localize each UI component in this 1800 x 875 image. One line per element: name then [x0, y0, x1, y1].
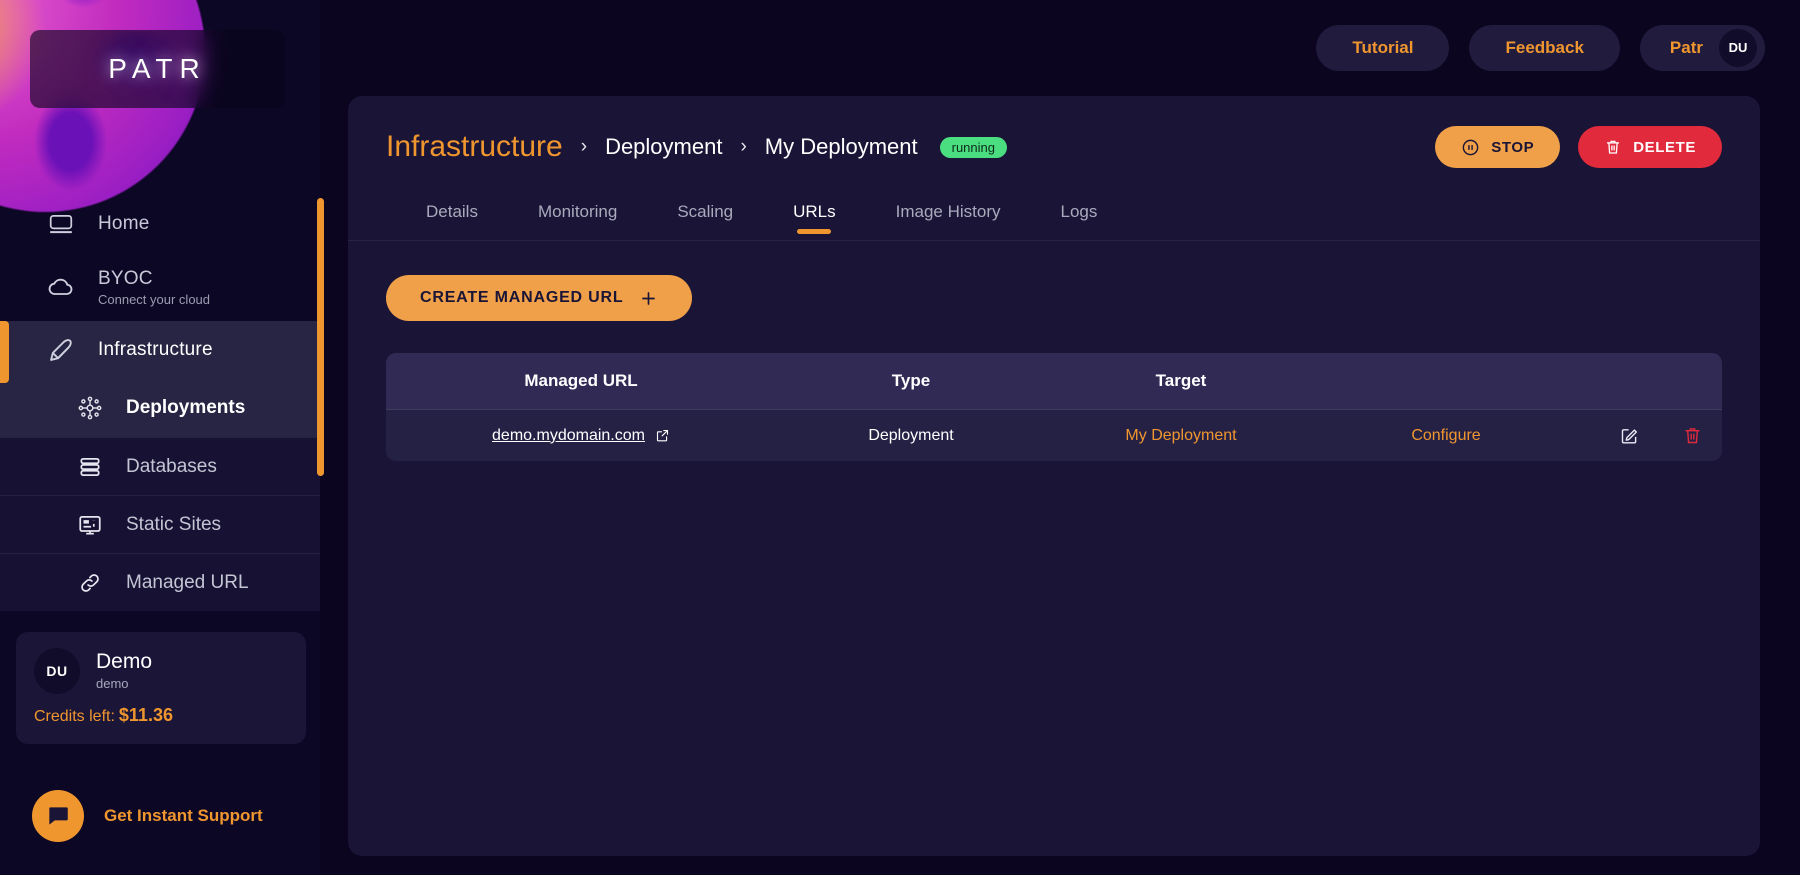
sidebar-item-static-sites[interactable]: Static Sites [0, 495, 320, 553]
workspace-name: Patr [1669, 37, 1703, 57]
sidebar-item-infrastructure[interactable]: Infrastructure [0, 321, 320, 379]
managed-urls-table: Managed URL Type Target demo.mydomain.co… [386, 353, 1722, 461]
breadcrumb-root[interactable]: Infrastructure [386, 130, 563, 164]
credits-label: Credits left: [34, 708, 115, 725]
cloud-icon [46, 272, 76, 302]
tab-monitoring[interactable]: Monitoring [508, 192, 647, 240]
avatar: DU [34, 648, 80, 694]
tab-logs[interactable]: Logs [1031, 192, 1128, 240]
sidebar-scrollbar[interactable] [317, 198, 324, 476]
panel-actions: STOP DELETE [1435, 126, 1722, 168]
col-managed-url: Managed URL [524, 371, 638, 390]
logo[interactable]: PATR [30, 30, 285, 108]
breadcrumb-row: Infrastructure › Deployment › My Deploym… [386, 126, 1722, 168]
create-managed-url-label: CREATE MANAGED URL [420, 289, 624, 306]
edit-icon[interactable] [1619, 425, 1640, 446]
sidebar-item-label: BYOC [98, 267, 153, 289]
chat-icon[interactable] [32, 790, 84, 842]
col-target: Target [1155, 371, 1207, 390]
breadcrumb-current: My Deployment [764, 134, 918, 159]
workspace-profile-card[interactable]: DU Demo demo Credits left: $11.36 [16, 632, 306, 744]
sidebar-item-byoc[interactable]: BYOC Connect your cloud [0, 253, 320, 321]
deployments-icon [76, 394, 104, 422]
table-header-row: Managed URL Type Target [386, 353, 1722, 409]
sidebar-subitem-label: Deployments [126, 397, 246, 418]
plus-icon [639, 289, 658, 308]
monitor-icon [46, 209, 76, 239]
logo-text: PATR [108, 53, 207, 84]
sidebar-subitem-label: Static Sites [126, 513, 222, 535]
sidebar-item-label: Home [98, 213, 150, 234]
tab-scaling[interactable]: Scaling [647, 192, 763, 240]
support-label: Get Instant Support [104, 806, 263, 825]
feedback-button[interactable]: Feedback [1469, 24, 1620, 71]
cell-target[interactable]: My Deployment [1046, 427, 1316, 445]
panel-body: CREATE MANAGED URL Managed URL Type Targ… [348, 241, 1760, 495]
get-instant-support[interactable]: Get Instant Support [32, 790, 263, 842]
credits-value: $11.36 [118, 705, 173, 725]
tabs: Details Monitoring Scaling URLs Image Hi… [386, 192, 1722, 240]
sidebar-subitem-label: Managed URL [126, 571, 249, 593]
profile-handle: demo [96, 676, 129, 692]
sidebar-subnav: Deployments Databases Static Sites Manag… [0, 379, 320, 611]
credits-row: Credits left: $11.36 [34, 705, 288, 726]
profile-top: DU Demo demo [34, 648, 288, 694]
cell-type: Deployment [868, 426, 954, 444]
table-row: demo.mydomain.com Deployment My Deployme… [386, 409, 1722, 461]
rocket-icon [46, 335, 76, 365]
tab-image-history[interactable]: Image History [866, 192, 1031, 240]
profile-name: Demo [96, 649, 153, 673]
static-site-icon [76, 511, 104, 539]
main-area: Tutorial Feedback Patr DU Infrastructure… [320, 0, 1800, 875]
app-root: PATR Home BYOC Connect your cloud Infras… [0, 0, 1800, 875]
sidebar-subitem-label: Databases [126, 455, 217, 477]
chevron-right-icon: › [580, 136, 588, 157]
sidebar-item-managed-url[interactable]: Managed URL [0, 553, 320, 611]
delete-label: DELETE [1633, 138, 1696, 156]
chevron-right-icon: › [740, 136, 747, 157]
stop-button[interactable]: STOP [1435, 126, 1561, 168]
sidebar-item-sublabel: Connect your cloud [98, 291, 211, 307]
database-icon [76, 453, 104, 481]
sidebar-item-label: Infrastructure [98, 339, 213, 360]
col-type: Type [891, 371, 931, 390]
tutorial-button[interactable]: Tutorial [1316, 24, 1450, 71]
topbar: Tutorial Feedback Patr DU [320, 0, 1800, 95]
sidebar-item-home[interactable]: Home [0, 195, 320, 253]
sidebar: PATR Home BYOC Connect your cloud Infras… [0, 0, 324, 875]
sidebar-nav: Home BYOC Connect your cloud Infrastruct… [0, 195, 320, 611]
pause-circle-icon [1461, 138, 1480, 157]
panel-header: Infrastructure › Deployment › My Deploym… [348, 96, 1760, 240]
stop-label: STOP [1491, 138, 1535, 156]
content-panel: Infrastructure › Deployment › My Deploym… [348, 96, 1760, 856]
delete-button[interactable]: DELETE [1578, 126, 1722, 168]
trash-icon [1604, 138, 1622, 156]
external-link-icon[interactable] [655, 428, 670, 443]
cell-managed-url: demo.mydomain.com [386, 427, 776, 445]
managed-url-link[interactable]: demo.mydomain.com [492, 427, 645, 445]
tab-details[interactable]: Details [396, 192, 508, 240]
workspace-switcher[interactable]: Patr DU [1639, 24, 1765, 71]
status-badge: running [939, 136, 1007, 158]
configure-link[interactable]: Configure [1316, 427, 1576, 445]
create-managed-url-button[interactable]: CREATE MANAGED URL [386, 275, 693, 321]
trash-icon[interactable] [1682, 425, 1703, 446]
breadcrumb: Infrastructure › Deployment › My Deploym… [386, 130, 1007, 164]
sidebar-group-infrastructure: Infrastructure [0, 321, 320, 383]
link-icon [76, 569, 104, 597]
breadcrumb-middle[interactable]: Deployment [605, 134, 722, 160]
sidebar-item-databases[interactable]: Databases [0, 437, 320, 495]
tab-urls[interactable]: URLs [763, 192, 866, 240]
cell-row-actions [1576, 425, 1722, 446]
user-avatar: DU [1719, 28, 1757, 67]
sidebar-item-deployments[interactable]: Deployments [0, 379, 320, 437]
